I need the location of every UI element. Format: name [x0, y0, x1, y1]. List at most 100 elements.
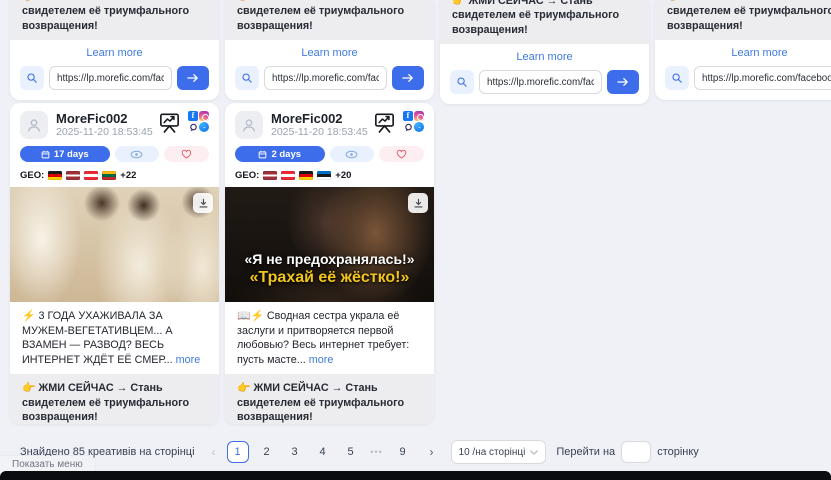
facebook-icon: f	[403, 111, 413, 121]
learn-more-link[interactable]: Learn more	[655, 47, 831, 59]
cta-title: 👉 ЖМИ СЕЙЧАС → Стань свидетелем её триум…	[10, 0, 219, 40]
views-button[interactable]	[115, 146, 160, 162]
url-input[interactable]	[479, 70, 602, 94]
url-input[interactable]	[694, 66, 831, 90]
page-button-9[interactable]: 9	[393, 446, 413, 458]
card-header: MoreFic002 2025-11-20 18:53:45 f	[225, 103, 434, 139]
url-input[interactable]	[264, 66, 387, 90]
views-button[interactable]	[330, 146, 375, 162]
creatives-spy-page: 👉 ЖМИ СЕЙЧАС → Стань свидетелем её триум…	[0, 0, 831, 480]
url-row	[225, 66, 434, 100]
facebook-icon: f	[188, 111, 198, 121]
timestamp: 2025-11-20 18:53:45	[56, 126, 157, 139]
cta-title: 👉 ЖМИ СЕЙЧАС → Стань свидетелем её триум…	[655, 0, 831, 40]
per-page-select[interactable]: 10 /на сторінці	[451, 440, 547, 464]
ad-board-icon	[157, 111, 182, 135]
page-button-5[interactable]: 5	[341, 446, 361, 458]
next-page-button[interactable]: ›	[425, 445, 439, 459]
arrow-right-icon	[187, 73, 199, 83]
open-link-button[interactable]	[607, 70, 639, 94]
learn-more-link[interactable]: Learn more	[10, 47, 219, 59]
image-overlay-text: «Я не предохранялась!» «Трахай её жёстко…	[225, 250, 434, 288]
geo-more-count: +20	[335, 170, 351, 181]
overlay-line-1: «Я не предохранялась!»	[225, 250, 434, 268]
search-button[interactable]	[235, 66, 259, 90]
flag-estonia-icon	[317, 171, 331, 180]
ad-text: ⚡ 3 ГОДА УХАЖИВАЛА ЗА МУЖЕМ-ВЕГЕТАТИВЦЕМ…	[10, 302, 219, 367]
days-label: 2 days	[271, 149, 301, 160]
flag-latvia-icon	[263, 171, 277, 180]
geo-row: GEO: +20	[225, 170, 434, 181]
flag-austria-icon	[281, 171, 295, 180]
url-row	[440, 70, 649, 104]
search-button[interactable]	[450, 70, 474, 94]
creative-card: MoreFic002 2025-11-20 18:53:45 f 2	[225, 103, 434, 424]
url-row	[10, 66, 219, 100]
search-icon	[26, 72, 38, 84]
cta-title: 👉 ЖМИ СЕЙЧАС → Стань свидетелем её триум…	[440, 0, 649, 44]
page-button-2[interactable]: 2	[257, 446, 277, 458]
more-link[interactable]: more	[309, 354, 334, 366]
creative-card-partial: 👉 ЖМИ СЕЙЧАС → Стань свидетелем её триум…	[10, 0, 219, 100]
flag-latvia-icon	[66, 171, 80, 180]
page-button-4[interactable]: 4	[313, 446, 333, 458]
flag-lithuania-icon	[102, 171, 116, 180]
pagination-bar: Знайдено 85 креативів на сторінці ‹ 1 2 …	[0, 438, 831, 466]
favorite-button[interactable]	[164, 146, 209, 162]
flag-austria-icon	[84, 171, 98, 180]
learn-more-link[interactable]: Learn more	[225, 47, 434, 59]
goto-page-input[interactable]	[621, 441, 651, 463]
card-header: MoreFic002 2025-11-20 18:53:45 f	[10, 103, 219, 139]
calendar-icon	[258, 150, 267, 159]
instagram-icon	[199, 111, 209, 121]
messenger-icon	[199, 122, 209, 132]
url-input[interactable]	[49, 66, 172, 90]
open-link-button[interactable]	[177, 66, 209, 90]
bottom-bar	[0, 471, 831, 480]
flag-germany-icon	[48, 171, 62, 180]
support-chat-icon	[188, 122, 198, 132]
avatar	[20, 111, 48, 139]
account-name: MoreFic002	[56, 111, 157, 126]
creative-image: «Я не предохранялась!» «Трахай её жёстко…	[225, 187, 434, 302]
social-icons: f	[188, 111, 209, 132]
search-button[interactable]	[20, 66, 44, 90]
overlay-line-2: «Трахай её жёстко!»	[225, 268, 434, 288]
download-image-button[interactable]	[408, 193, 428, 213]
download-image-button[interactable]	[193, 193, 213, 213]
open-link-button[interactable]	[392, 66, 424, 90]
support-chat-icon	[403, 122, 413, 132]
calendar-icon	[41, 150, 50, 159]
creative-card-partial: 👉 ЖМИ СЕЙЧАС → Стань свидетелем её триум…	[655, 0, 831, 100]
download-icon	[413, 198, 424, 209]
days-label: 17 days	[54, 149, 89, 160]
url-row	[655, 66, 831, 100]
eye-icon	[345, 150, 358, 159]
card-actions: 2 days	[225, 146, 434, 162]
chevron-down-icon	[530, 450, 538, 455]
days-active-button[interactable]: 17 days	[20, 146, 110, 162]
goto-page-label: Перейти на	[556, 446, 615, 458]
search-icon	[456, 76, 468, 88]
ad-text: 📖⚡ Сводная сестра украла её заслуги и пр…	[225, 302, 434, 367]
learn-more-link[interactable]: Learn more	[440, 51, 649, 63]
search-button[interactable]	[665, 66, 689, 90]
heart-icon	[396, 149, 407, 159]
favorite-button[interactable]	[379, 146, 424, 162]
timestamp: 2025-11-20 18:53:45	[271, 126, 372, 139]
avatar	[235, 111, 263, 139]
page-button-3[interactable]: 3	[285, 446, 305, 458]
page-button-1[interactable]: 1	[227, 441, 249, 463]
arrow-right-icon	[402, 73, 414, 83]
heart-icon	[181, 149, 192, 159]
prev-page-button[interactable]: ‹	[207, 445, 221, 459]
days-active-button[interactable]: 2 days	[235, 146, 325, 162]
creative-card-partial: ИНТЕРНЕТ ЖДЁТ ЕЁ СМЕР... more 👉 ЖМИ СЕЙЧ…	[440, 0, 649, 104]
geo-row: GEO: +22	[10, 170, 219, 181]
pages-ellipsis[interactable]: •••	[369, 447, 385, 457]
creative-image	[10, 187, 219, 302]
messenger-icon	[414, 122, 424, 132]
creative-card: MoreFic002 2025-11-20 18:53:45 f 1	[10, 103, 219, 424]
ad-board-icon	[372, 111, 397, 135]
more-link[interactable]: more	[176, 354, 201, 366]
